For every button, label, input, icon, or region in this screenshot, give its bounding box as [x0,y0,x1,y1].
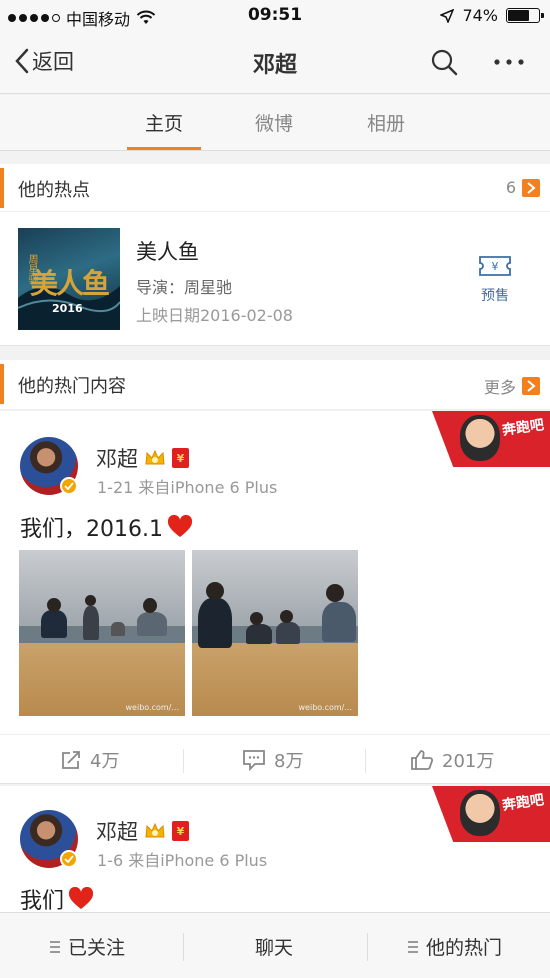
heart-icon [69,887,94,909]
svg-text:¥: ¥ [492,260,499,273]
nav-bar: 返回 邓超 [0,32,550,94]
hot-section-header: 他的热点 6 [0,164,550,212]
battery-icon [506,8,544,23]
tab-album[interactable]: 相册 [349,109,423,136]
post-text: 我们，2016.1 [20,511,193,543]
comment-button[interactable]: 8万 [242,747,303,773]
section-accent-bar [0,364,4,404]
movie-director: 导演：周星驰 [136,278,233,297]
presale-label: 预售 [481,288,509,304]
thumbs-up-icon [411,750,434,770]
post-text: 我们 [20,883,94,912]
vip-crown-icon [145,822,165,838]
divider [367,933,368,961]
post-photo[interactable]: weibo.com/... [192,550,358,716]
chat-label: 聊天 [255,937,294,959]
banner-portrait [460,790,500,836]
movie-card[interactable]: 周星驰 美人鱼 2016 美人鱼 导演：周星驰 上映日期2016-02-08 ¥… [0,212,550,346]
hot-content-title: 他的热门内容 [18,376,126,397]
battery-percent: 74% [462,6,498,25]
post-author[interactable]: 邓超 ¥ [96,443,189,473]
presale-button[interactable]: ¥ 预售 [478,254,512,305]
menu-icon [408,940,418,953]
section-accent-bar [0,168,4,208]
status-bar: 中国移动 09:51 74% [0,0,550,32]
photo-watermark: weibo.com/... [125,703,179,712]
weibo-post[interactable]: 奔跑吧 邓超 ¥ 1-6 来自iPhone 6 Plus 我们 [0,786,550,912]
chevron-right-icon [522,178,540,197]
repost-icon [62,751,80,769]
comment-icon [243,750,265,771]
banner-text: 奔跑吧 [501,792,546,814]
promo-banner[interactable]: 奔跑吧 [432,411,550,467]
post-meta: 1-21 来自iPhone 6 Plus [97,478,278,497]
menu-icon [50,940,60,953]
like-button[interactable]: 201万 [410,747,494,773]
more-icon[interactable] [492,48,526,76]
banner-portrait [460,415,500,461]
verified-badge-icon [60,477,78,495]
divider [365,749,366,773]
hot-content-more[interactable]: 更多 [484,374,540,398]
promo-banner[interactable]: 奔跑吧 [432,786,550,842]
chevron-right-icon [522,377,540,395]
movie-release-date: 上映日期2016-02-08 [136,306,293,325]
post-author[interactable]: 邓超 ¥ [96,816,189,846]
page-title: 邓超 [252,53,297,78]
more-label: 更多 [483,378,516,397]
like-count: 201万 [442,751,495,772]
tab-weibo[interactable]: 微博 [237,109,311,136]
photo-watermark: weibo.com/... [298,703,352,712]
author-name: 邓超 [96,447,138,471]
red-packet-icon: ¥ [172,448,189,468]
followed-button[interactable]: 已关注 [50,933,125,960]
poster-year: 2016 [52,302,83,315]
post-text-content: 我们 [20,889,65,912]
heart-icon [167,515,192,537]
repost-count: 4万 [90,751,120,772]
repost-button[interactable]: 4万 [60,747,119,773]
comment-count: 8万 [274,751,304,772]
ticket-icon: ¥ [479,256,511,276]
verified-badge-icon [60,850,78,868]
post-meta: 1-6 来自iPhone 6 Plus [97,851,268,870]
tab-home[interactable]: 主页 [127,109,201,136]
his-hot-button[interactable]: 他的热门 [408,933,502,960]
author-name: 邓超 [96,820,138,844]
hot-section-title: 他的热点 [18,180,90,201]
red-packet-icon: ¥ [172,821,189,841]
movie-poster: 周星驰 美人鱼 2016 [18,228,120,330]
post-text-content: 我们，2016.1 [20,517,163,542]
hot-section-count: 6 [505,178,516,197]
followed-label: 已关注 [68,937,126,959]
location-arrow-icon [440,8,455,23]
hot-section-more[interactable]: 6 [506,178,540,197]
poster-title-text: 美人鱼 [30,267,110,300]
bottom-action-bar: 已关注 聊天 他的热门 [0,912,550,978]
movie-title: 美人鱼 [136,240,199,264]
his-hot-label: 他的热门 [426,937,503,959]
divider [183,933,184,961]
post-photo[interactable]: weibo.com/... [19,550,185,716]
divider [183,749,184,773]
chat-button[interactable]: 聊天 [255,933,293,960]
post-actions: 4万 8万 201万 [0,734,550,784]
profile-tabs: 主页 微博 相册 [0,95,550,151]
banner-text: 奔跑吧 [501,417,546,439]
vip-crown-icon [145,449,165,465]
hot-content-header: 他的热门内容 更多 [0,360,550,410]
search-icon[interactable] [430,48,458,76]
active-tab-indicator [127,147,201,150]
